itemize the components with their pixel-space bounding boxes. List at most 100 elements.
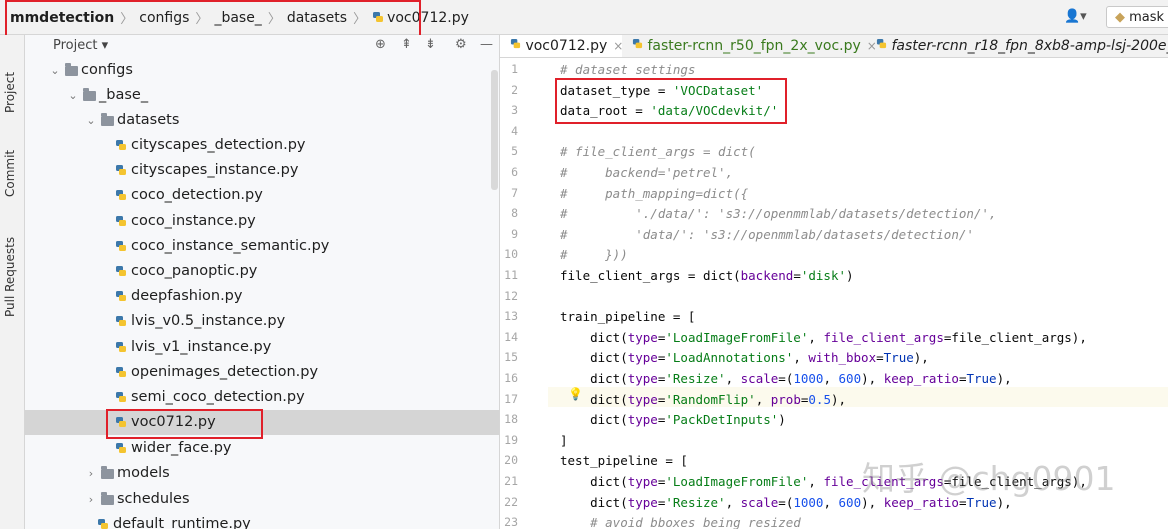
tab-faster-rcnn-voc[interactable]: faster-rcnn_r50_fpn_2x_voc.py × <box>632 35 877 57</box>
code-line[interactable]: test_pipeline = [ <box>560 453 688 468</box>
tree-file-row[interactable]: semi_coco_detection.py <box>25 385 499 410</box>
code-line[interactable]: # avoid bboxes being resized <box>560 515 801 529</box>
line-number: 15 <box>504 350 518 365</box>
line-number-gutter: 1 2 3 4 5 6 7 8 9 10 11 12 13 14 15 16 17 18 19 20 21 22 23 <box>500 58 548 529</box>
chevron-down-icon[interactable]: ⌄ <box>85 108 97 133</box>
tree-item-label: _base_ <box>99 87 149 103</box>
selected-file-highlight-box <box>106 409 263 439</box>
run-config-label: mask <box>1129 10 1165 25</box>
python-file-icon <box>116 443 126 453</box>
python-file-icon <box>116 266 126 276</box>
project-scrollbar[interactable] <box>491 70 498 190</box>
python-file-icon <box>876 38 887 49</box>
tree-item-label: wider_face.py <box>131 440 232 456</box>
tree-file-row[interactable]: default_runtime.py <box>25 512 499 529</box>
expand-all-icon[interactable]: ⇟ <box>425 37 436 52</box>
hide-icon[interactable]: — <box>480 37 493 52</box>
gear-icon[interactable]: ⚙ <box>455 37 467 52</box>
code-line[interactable]: dict(type='PackDetInputs') <box>560 412 786 427</box>
line-number: 21 <box>504 474 518 488</box>
code-line[interactable]: # path_mapping=dict({ <box>560 186 748 201</box>
lightbulb-icon[interactable]: 💡 <box>568 387 583 401</box>
tree-item-label: coco_detection.py <box>131 187 263 203</box>
code-line[interactable]: dict(type='Resize', scale=(1000, 600), k… <box>560 371 1012 386</box>
python-file-icon <box>116 241 126 251</box>
tree-file-row[interactable]: openimages_detection.py <box>25 360 499 385</box>
code-line[interactable]: # dataset settings <box>560 62 695 77</box>
chevron-down-icon[interactable]: ⌄ <box>49 58 61 83</box>
chevron-down-icon[interactable]: ⌄ <box>67 83 79 108</box>
tree-file-row[interactable]: coco_instance.py <box>25 209 499 234</box>
python-file-icon <box>116 165 126 175</box>
code-line[interactable]: ] <box>560 433 568 448</box>
line-number: 13 <box>504 309 518 324</box>
tree-file-row[interactable]: deepfashion.py <box>25 284 499 309</box>
locate-icon[interactable]: ⊕ <box>375 37 386 52</box>
tree-file-row[interactable]: cityscapes_instance.py <box>25 158 499 183</box>
line-number: 23 <box>504 515 518 529</box>
line-number: 4 <box>511 123 518 138</box>
tree-item-label: models <box>117 465 170 481</box>
tool-tab-pull-requests[interactable]: Pull Requests <box>3 237 17 317</box>
line-number: 14 <box>504 329 518 344</box>
tree-folder-row[interactable]: ⌄ datasets <box>25 108 499 133</box>
editor-tabs: voc0712.py × faster-rcnn_r50_fpn_2x_voc.p… <box>500 35 1168 58</box>
tree-item-label: coco_panoptic.py <box>131 263 258 279</box>
code-line[interactable]: train_pipeline = [ <box>560 309 695 324</box>
python-file-icon <box>510 38 521 49</box>
tree-item-label: cityscapes_detection.py <box>131 137 306 153</box>
code-line[interactable]: dict(type='LoadAnnotations', with_bbox=T… <box>560 350 929 365</box>
python-file-icon <box>116 140 126 150</box>
code-line[interactable]: dict(type='RandomFlip', prob=0.5), <box>560 392 846 407</box>
line-number: 10 <box>504 247 518 262</box>
code-line[interactable]: # './data/': 's3://openmmlab/datasets/de… <box>560 206 997 221</box>
run-configuration-select[interactable]: ◆ mask <box>1106 6 1168 28</box>
line-number: 8 <box>511 206 518 221</box>
tool-tab-commit[interactable]: Commit <box>3 150 17 197</box>
user-icon[interactable]: 👤▾ <box>1064 9 1087 24</box>
tree-file-row[interactable]: coco_instance_semantic.py <box>25 234 499 259</box>
close-icon[interactable]: × <box>613 39 623 53</box>
code-line[interactable]: # file_client_args = dict( <box>560 144 756 159</box>
code-line[interactable]: # backend='petrel', <box>560 165 733 180</box>
project-panel-title[interactable]: Project ▾ <box>53 38 108 53</box>
tree-file-row[interactable]: coco_detection.py <box>25 183 499 208</box>
tree-file-row[interactable]: coco_panoptic.py <box>25 259 499 284</box>
chevron-right-icon[interactable]: › <box>85 487 97 512</box>
tree-folder-row[interactable]: › schedules <box>25 487 499 512</box>
tree-item-label: lvis_v0.5_instance.py <box>131 313 286 329</box>
code-line[interactable]: file_client_args = dict(backend='disk') <box>560 268 854 283</box>
line-number: 22 <box>504 494 518 509</box>
tree-file-row[interactable]: cityscapes_detection.py <box>25 133 499 158</box>
project-panel-header: Project ▾ ⊕ ⇞ ⇟ ⚙ — <box>25 35 499 57</box>
project-panel: Project ▾ ⊕ ⇞ ⇟ ⚙ — ⌄ configs ⌄ _base_ ⌄ data… <box>25 35 500 529</box>
tab-voc0712[interactable]: voc0712.py × <box>500 35 623 57</box>
python-file-icon <box>116 216 126 226</box>
tree-item-label: configs <box>81 62 133 78</box>
tree-folder-row[interactable]: › models <box>25 461 499 486</box>
tab-faster-rcnn-r18[interactable]: faster-rcnn_r18_fpn_8xb8-amp-lsj-200e_co <box>876 35 1168 57</box>
line-number: 12 <box>504 288 518 303</box>
tree-item-label: semi_coco_detection.py <box>131 389 305 405</box>
code-line[interactable]: dict(type='LoadImageFromFile', file_clie… <box>560 330 1087 345</box>
tab-label: faster-rcnn_r18_fpn_8xb8-amp-lsj-200e_co <box>891 38 1168 54</box>
collapse-all-icon[interactable]: ⇞ <box>401 37 412 52</box>
line-number: 16 <box>504 371 518 385</box>
folder-icon <box>101 466 114 479</box>
tree-folder-row[interactable]: ⌄ _base_ <box>25 83 499 108</box>
tool-tab-project[interactable]: Project <box>3 72 17 113</box>
code-line[interactable]: # 'data/': 's3://openmmlab/datasets/dete… <box>560 227 974 242</box>
chevron-right-icon[interactable]: › <box>85 461 97 486</box>
tab-label: voc0712.py <box>525 38 608 54</box>
python-file-icon <box>116 342 126 352</box>
tree-file-row[interactable]: lvis_v1_instance.py <box>25 335 499 360</box>
line-number: 19 <box>504 432 518 447</box>
tool-window-strip: Project Commit Pull Requests <box>0 35 25 529</box>
python-file-icon <box>116 190 126 200</box>
folder-icon <box>101 113 114 126</box>
tree-file-row[interactable]: lvis_v0.5_instance.py <box>25 309 499 334</box>
tree-file-row[interactable]: wider_face.py <box>25 436 499 461</box>
code-line[interactable]: # })) <box>560 247 628 262</box>
folder-icon <box>65 63 78 76</box>
tree-folder-row[interactable]: ⌄ configs <box>25 58 499 83</box>
